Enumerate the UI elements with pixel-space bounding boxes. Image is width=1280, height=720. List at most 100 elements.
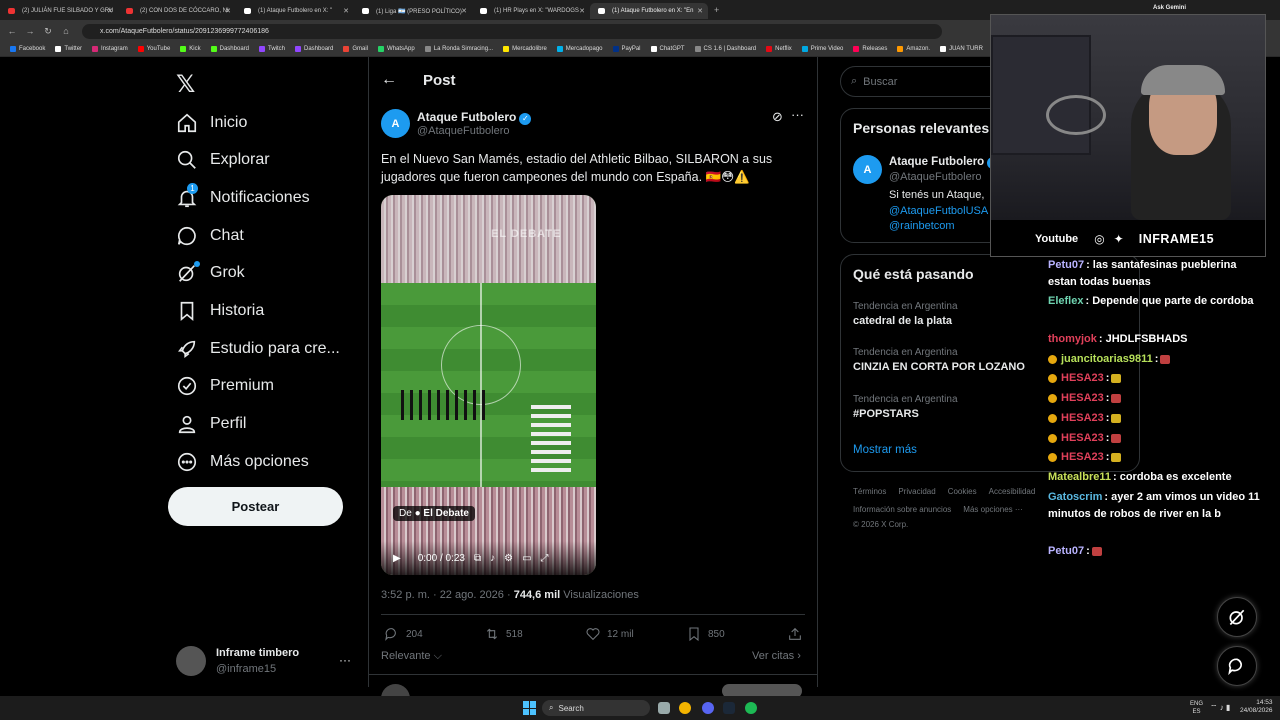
- browser-tab[interactable]: (1) Liga 🇦🇷 (PRESO POLÍTICO) ✕: [354, 3, 472, 19]
- show-more-link[interactable]: Mostrar más: [853, 444, 917, 456]
- author-avatar[interactable]: A: [381, 109, 410, 138]
- post-button[interactable]: Postear: [168, 487, 343, 526]
- bookmark-item[interactable]: CS 1.6 | Dashboard: [694, 46, 756, 52]
- back-icon[interactable]: ←: [6, 26, 18, 36]
- reload-icon[interactable]: ↻: [42, 26, 54, 37]
- reply-button[interactable]: 204: [384, 626, 423, 642]
- sidebar-item-inicio[interactable]: Inicio: [176, 109, 247, 137]
- wifi-volume-icons[interactable]: ⌔ ♪ ▮: [1210, 703, 1230, 713]
- sidebar-item-perfil[interactable]: Perfil: [176, 410, 246, 438]
- sort-dropdown[interactable]: Relevante ⌵: [381, 650, 442, 663]
- url-field[interactable]: x.com/AtaqueFutbolero/status/20912369997…: [82, 23, 942, 39]
- bookmark-item[interactable]: ChatGPT: [650, 46, 685, 52]
- new-tab-button[interactable]: +: [714, 5, 719, 15]
- bookmark-item[interactable]: Gmail: [343, 46, 368, 52]
- pip-icon[interactable]: ▭: [522, 553, 531, 564]
- bookmark-item[interactable]: Twitch: [259, 46, 285, 52]
- trend-item[interactable]: Tendencia en Argentina catedral de la pl…: [853, 301, 958, 327]
- grok-fab[interactable]: [1217, 597, 1257, 637]
- relevant-name[interactable]: Ataque Futbolero✓: [889, 156, 1000, 169]
- author-name-row[interactable]: Ataque Futbolero ✓: [417, 110, 532, 125]
- sidebar-item-explorar[interactable]: Explorar: [176, 146, 270, 174]
- back-arrow-icon[interactable]: ←: [381, 71, 397, 89]
- sidebar-item-notificaciones[interactable]: 1 Notificaciones: [176, 183, 310, 212]
- discord-icon[interactable]: [702, 702, 714, 714]
- browser-tab[interactable]: (1) HR Plays en X: "WARDOGS ✕: [472, 3, 590, 19]
- bookmark-button[interactable]: 850: [686, 626, 725, 642]
- ask-gemini-button[interactable]: Ask Gemini: [1153, 5, 1186, 11]
- browser-tab[interactable]: (1) Ataque Futbolero en X: "En ✕: [590, 3, 708, 19]
- sidebar-item-mas-opciones[interactable]: Más opciones: [176, 448, 309, 476]
- x-logo[interactable]: 𝕏: [176, 70, 195, 99]
- chrome-icon[interactable]: [679, 702, 691, 714]
- account-avatar[interactable]: [176, 646, 206, 676]
- browser-tab[interactable]: (1) Ataque Futbolero en X: " ✕: [236, 3, 354, 19]
- spotify-icon[interactable]: [745, 702, 757, 714]
- windows-start-icon[interactable]: [523, 701, 537, 715]
- footer-link[interactable]: Accesibilidad: [989, 487, 1036, 496]
- captions-icon[interactable]: ⧉: [474, 553, 481, 564]
- see-quotes-link[interactable]: Ver citas ›: [752, 650, 801, 662]
- share-button[interactable]: [787, 626, 803, 642]
- repost-button[interactable]: 518: [484, 626, 523, 642]
- fullscreen-icon[interactable]: ⤢: [541, 553, 549, 564]
- tab-close-icon[interactable]: ✕: [579, 7, 585, 15]
- bookmark-item[interactable]: JUAN TURR: [940, 46, 983, 52]
- trend-item[interactable]: Tendencia en Argentina #POPSTARS: [853, 394, 958, 420]
- tab-close-icon[interactable]: ✕: [461, 7, 467, 15]
- tab-close-icon[interactable]: ✕: [225, 7, 231, 15]
- bookmark-item[interactable]: Netflix: [766, 46, 792, 52]
- browser-tab[interactable]: (2) CON DOS DE CÓCCARO, NI ✕: [118, 3, 236, 19]
- sidebar-item-chat[interactable]: Chat: [176, 222, 244, 250]
- bookmark-item[interactable]: Mercadolibre: [503, 46, 547, 52]
- account-more-button[interactable]: ···: [339, 653, 351, 667]
- bookmark-item[interactable]: La Ronda Simracing...: [424, 46, 493, 52]
- steam-icon[interactable]: [723, 702, 735, 714]
- relevant-bio-link-2[interactable]: @rainbetcom: [889, 220, 955, 232]
- footer-link[interactable]: Más opciones ···: [963, 505, 1023, 514]
- like-button[interactable]: 12 mil: [585, 626, 634, 642]
- play-icon[interactable]: ▶: [393, 553, 401, 564]
- bookmark-item[interactable]: Amazon.: [897, 46, 930, 52]
- grok-post-icon[interactable]: ⊘: [772, 109, 783, 125]
- footer-link[interactable]: Información sobre anuncios: [853, 505, 951, 514]
- footer-link[interactable]: Términos: [853, 487, 886, 496]
- tab-close-icon[interactable]: ✕: [343, 7, 349, 15]
- bookmark-item[interactable]: Twitter: [55, 46, 82, 52]
- bookmark-item[interactable]: Dashboard: [210, 46, 249, 52]
- post-video[interactable]: EL DEBATE De ● El Debate ▶ 0:00 / 0:23 ⧉…: [381, 195, 596, 575]
- footer-link[interactable]: Privacidad: [898, 487, 935, 496]
- chat-fab[interactable]: [1217, 646, 1257, 686]
- home-browser-icon[interactable]: ⌂: [60, 26, 72, 36]
- tab-close-icon[interactable]: ✕: [107, 7, 113, 15]
- tab-close-icon[interactable]: ✕: [697, 7, 703, 15]
- relevant-avatar[interactable]: A: [853, 155, 882, 184]
- volume-icon[interactable]: ♪: [490, 553, 495, 564]
- bookmark-item[interactable]: Prime Video: [801, 46, 843, 52]
- browser-tab[interactable]: (2) JULIÁN FUE SILBADO Y GRU ✕: [0, 3, 118, 19]
- post-more-icon[interactable]: ···: [791, 107, 804, 122]
- bookmark-item[interactable]: Mercadopago: [556, 46, 603, 52]
- file-explorer-icon[interactable]: [658, 702, 670, 714]
- video-source-label[interactable]: De ● El Debate: [393, 506, 475, 521]
- trend-item[interactable]: Tendencia en Argentina CINZIA EN CORTA P…: [853, 347, 1025, 373]
- bookmark-item[interactable]: Kick: [180, 46, 201, 52]
- footer-link[interactable]: Cookies: [948, 487, 977, 496]
- sidebar-item-premium[interactable]: Premium: [176, 372, 274, 400]
- taskbar-search[interactable]: ⌕ Search: [542, 700, 650, 716]
- bookmark-item[interactable]: Instagram: [92, 46, 128, 52]
- bookmark-item[interactable]: Facebook: [10, 46, 45, 52]
- bookmark-item[interactable]: PayPal: [612, 46, 641, 52]
- bookmark-item[interactable]: WhatsApp: [378, 46, 415, 52]
- bookmark-item[interactable]: Dashboard: [295, 46, 333, 52]
- sidebar-item-grok[interactable]: Grok: [176, 259, 245, 287]
- clock[interactable]: 14:53 24/08/2026: [1240, 699, 1273, 715]
- forward-icon[interactable]: →: [24, 26, 36, 36]
- relevant-bio-link-1[interactable]: @AtaqueFutbolUSA: [889, 205, 988, 217]
- sidebar-item-estudio[interactable]: Estudio para cre...: [176, 335, 340, 363]
- bookmark-item[interactable]: Releases: [853, 46, 887, 52]
- bookmark-item[interactable]: YouTube: [137, 46, 170, 52]
- settings-icon[interactable]: ⚙: [504, 553, 513, 564]
- sidebar-item-historia[interactable]: Historia: [176, 297, 264, 325]
- language-indicator[interactable]: ENG ES: [1190, 700, 1203, 716]
